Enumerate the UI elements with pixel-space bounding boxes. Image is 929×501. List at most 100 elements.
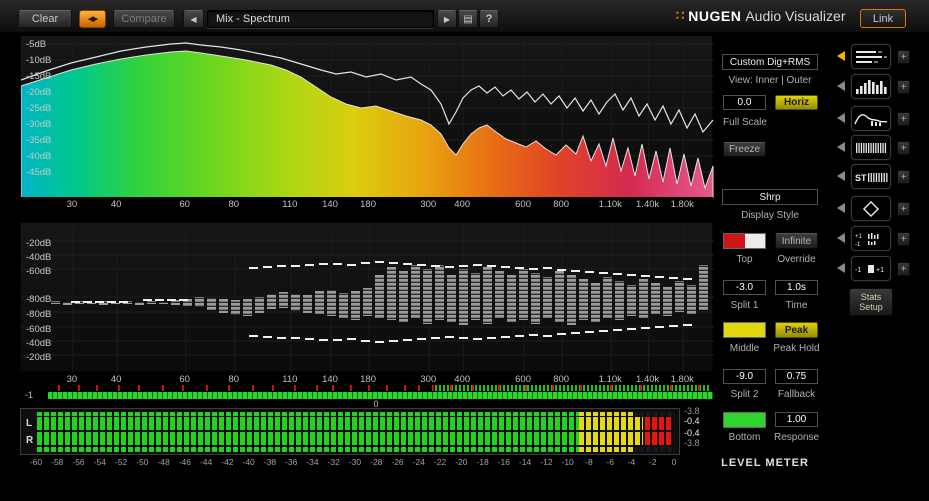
db-label: -60dB xyxy=(26,324,52,335)
freq-label: 180 xyxy=(360,374,376,385)
meter-value: -3.8 xyxy=(684,406,700,416)
meter-scale-label: -28 xyxy=(370,457,383,467)
response-label: Response xyxy=(773,432,820,443)
freq-label: 1.10k xyxy=(598,199,622,210)
display-style-select[interactable]: Shrp xyxy=(722,189,818,205)
correlation-meter-view-button[interactable]: +1 -1 xyxy=(851,226,891,251)
db-label: -80dB xyxy=(26,294,52,305)
meter-scale-label: -6 xyxy=(606,457,614,467)
add-spectrogram-view-button[interactable]: + xyxy=(897,141,910,155)
level-meter: L R xyxy=(20,408,680,455)
previous-preset-button[interactable]: ◀ xyxy=(183,10,204,28)
meter-scale-label: -26 xyxy=(391,457,404,467)
add-overview-view-button[interactable]: + xyxy=(897,50,910,64)
add-correlation-range-view-button[interactable]: + xyxy=(897,262,910,276)
swap-views-button[interactable]: ◀▶ xyxy=(79,10,106,28)
horiz-button[interactable]: Horiz xyxy=(775,95,818,110)
freq-label: 600 xyxy=(515,199,531,210)
db-label: -20dB xyxy=(26,352,52,363)
freq-label: 180 xyxy=(360,199,376,210)
peak-hold-button[interactable]: Peak xyxy=(775,322,818,338)
top-color-swatch[interactable] xyxy=(723,233,766,249)
add-correlation-meter-view-button[interactable]: + xyxy=(897,232,910,246)
time-field[interactable]: 1.0s xyxy=(775,280,818,295)
correlation-meter-icon: +1-1 xyxy=(855,232,879,248)
nugen-audio-visualizer-window: Clear ◀▶ Compare ◀ Mix - Spectrum ▶ ▤ ? … xyxy=(0,0,929,501)
compare-button[interactable]: Compare xyxy=(113,10,175,28)
meter-segment xyxy=(37,432,580,445)
spectrogram-view-button[interactable] xyxy=(851,135,891,160)
rail-arrow-correlation-meter[interactable] xyxy=(837,233,845,243)
db-label: -15dB xyxy=(26,71,52,82)
response-field[interactable]: 1.00 xyxy=(775,412,818,427)
correlation-range-view-button[interactable]: -1 +1 xyxy=(851,256,891,281)
spectrum-plot xyxy=(20,36,714,199)
stats-setup-button[interactable]: Stats Setup xyxy=(849,288,893,316)
add-spectrum-curve-view-button[interactable]: + xyxy=(897,112,910,126)
view-mode-label[interactable]: View: Inner | Outer xyxy=(712,75,828,86)
meter-value: -0.4 xyxy=(684,416,700,426)
freq-label: 60 xyxy=(179,374,190,385)
middle-color-swatch[interactable] xyxy=(723,322,766,338)
rail-arrow-spectrum-curve[interactable] xyxy=(837,113,845,123)
rail-arrow-spectrum-bars[interactable] xyxy=(837,81,845,91)
full-scale-label: Full Scale xyxy=(723,117,767,128)
add-stereo-spectrum-view-button[interactable]: + xyxy=(897,170,910,184)
rail-arrow-vectorscope[interactable] xyxy=(837,203,845,213)
meter-segment xyxy=(37,417,580,430)
bottom-color-swatch[interactable] xyxy=(723,412,766,428)
stereo-spectrum-view-button[interactable]: ST xyxy=(851,164,891,189)
rail-arrow-correlation-range[interactable] xyxy=(837,263,845,273)
rail-arrow-overview[interactable] xyxy=(837,51,845,61)
meter-scale-label: -18 xyxy=(476,457,489,467)
preset-select[interactable]: Mix - Spectrum xyxy=(207,10,434,28)
rail-arrow-stereo-spectrum[interactable] xyxy=(837,171,845,181)
rail-arrow-spectrogram[interactable] xyxy=(837,142,845,152)
correlation-meter-bar xyxy=(48,392,713,399)
stereo-spectrum-icon: ST xyxy=(855,172,888,183)
vectorscope-icon xyxy=(862,200,880,217)
meter-segment xyxy=(579,417,644,430)
add-vectorscope-view-button[interactable]: + xyxy=(897,202,910,216)
freq-label: 140 xyxy=(322,374,338,385)
meter-scale-label: -60 xyxy=(29,457,43,467)
freq-label: 800 xyxy=(553,199,570,210)
link-button[interactable]: Link xyxy=(860,9,906,28)
freq-label: 60 xyxy=(179,199,190,210)
split2-field[interactable]: -9.0 xyxy=(723,369,766,384)
spectrum-bars-icon xyxy=(856,79,887,94)
svg-text:ST: ST xyxy=(855,173,867,183)
meter-scale-label: -46 xyxy=(178,457,191,467)
infinite-button[interactable]: Infinite xyxy=(775,233,818,249)
meter-scale-label: -36 xyxy=(285,457,298,467)
app-logo: ∷ NUGEN Audio Visualizer xyxy=(676,8,845,24)
vectorscope-view-button[interactable] xyxy=(851,196,891,221)
db-label: -25dB xyxy=(26,103,52,114)
meter-scale-label: -40 xyxy=(242,457,255,467)
clear-button[interactable]: Clear xyxy=(18,10,72,28)
meter-scale-label: -58 xyxy=(51,457,64,467)
meter-mode-select[interactable]: Custom Dig+RMS xyxy=(722,54,818,70)
add-spectrum-bars-view-button[interactable]: + xyxy=(897,80,910,94)
middle-label: Middle xyxy=(729,343,760,354)
frequency-scale-bottom: 30 40 60 80 110 140 180 300 400 600 800 1.10k 1.40k 1… xyxy=(20,372,713,386)
overview-view-button[interactable] xyxy=(851,44,891,69)
level-meter-title: LEVEL METER xyxy=(721,457,809,469)
meter-scale-label: -8 xyxy=(585,457,593,467)
help-button[interactable]: ? xyxy=(479,10,499,28)
fallback-field[interactable]: 0.75 xyxy=(775,369,818,384)
freq-label: 110 xyxy=(282,374,298,385)
play-button[interactable]: ▶ xyxy=(437,10,457,28)
preset-list-button[interactable]: ▤ xyxy=(458,10,478,28)
meter-scale-label: -2 xyxy=(648,457,657,467)
db-label: -45dB xyxy=(26,167,52,178)
freeze-button[interactable]: Freeze xyxy=(723,142,766,157)
spectrum-curve-view-button[interactable] xyxy=(851,106,891,131)
db-label: -60dB xyxy=(26,266,52,277)
meter-scale-label: -14 xyxy=(518,457,532,467)
spectrum-bars-view-button[interactable] xyxy=(851,74,891,99)
meter-scale-label: -50 xyxy=(136,457,149,467)
full-scale-field[interactable]: 0.0 xyxy=(723,95,766,110)
split1-field[interactable]: -3.0 xyxy=(723,280,766,295)
meter-scale-label: -24 xyxy=(412,457,425,467)
